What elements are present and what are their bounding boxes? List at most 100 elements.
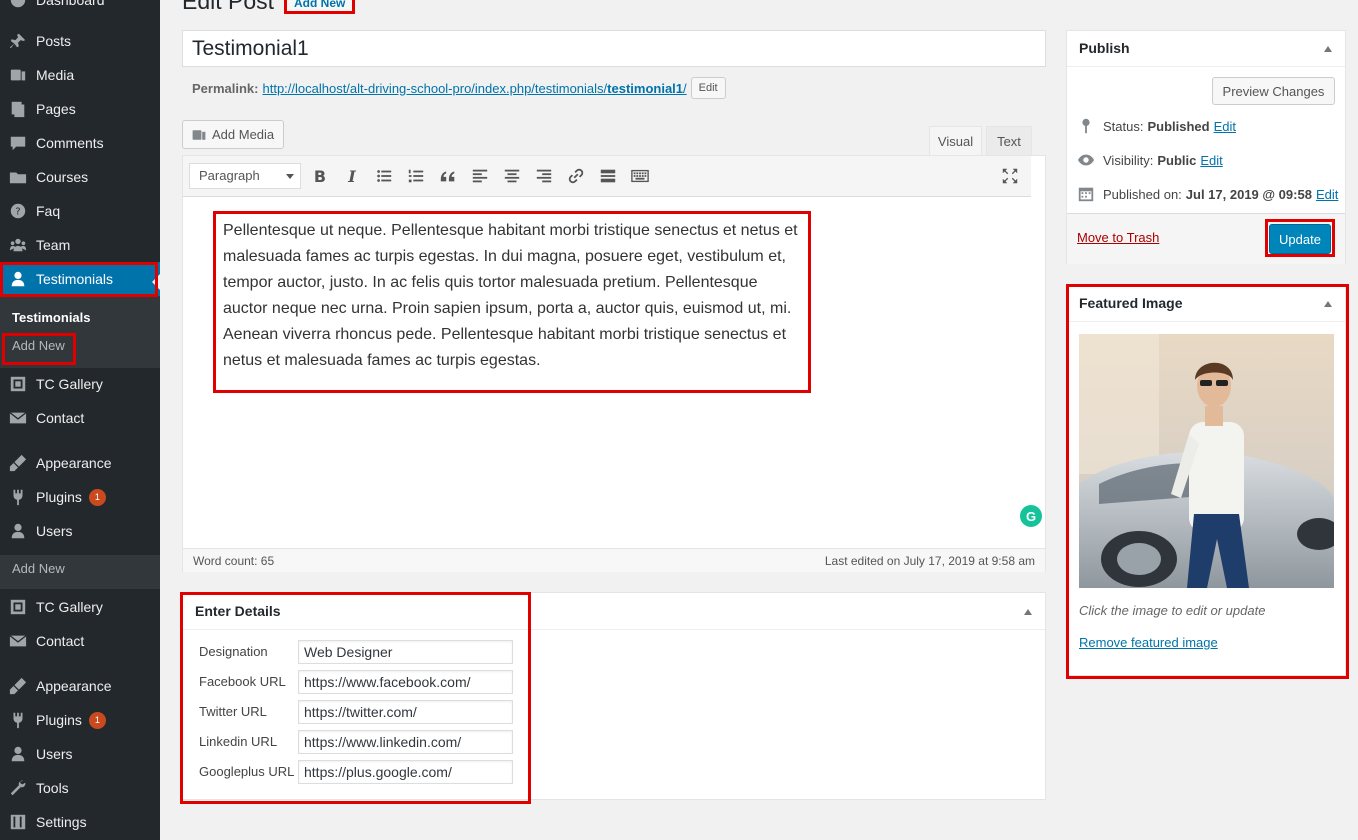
post-title-input[interactable]	[182, 30, 1046, 67]
align-center-icon[interactable]	[501, 165, 523, 187]
menu-posts[interactable]: Posts	[0, 24, 160, 58]
tab-visual[interactable]: Visual	[929, 126, 982, 156]
submenu-item-add-new[interactable]: Add New	[12, 561, 65, 576]
format-select[interactable]: Paragraph	[189, 163, 301, 189]
pin-icon	[1082, 118, 1090, 134]
menu-appearance[interactable]: Appearance	[0, 669, 160, 703]
menu-media[interactable]: Media	[0, 58, 160, 92]
permalink-slug: testimonial1	[607, 80, 684, 96]
pages-icon	[8, 99, 28, 119]
menu-users[interactable]: Users	[0, 737, 160, 771]
menu-label: Users	[36, 746, 73, 762]
edit-permalink-button[interactable]: Edit	[690, 77, 726, 99]
linkedin-url-field[interactable]	[298, 730, 513, 754]
dashboard-icon	[8, 0, 28, 10]
calendar-icon	[1078, 187, 1094, 202]
menu-label: Faq	[36, 203, 61, 219]
toggle-arrow-icon[interactable]	[1324, 301, 1332, 307]
editor-toolbar: Paragraph B I	[183, 156, 1031, 197]
add-new-button[interactable]: Add New	[284, 0, 356, 14]
status-value: Published	[1147, 118, 1210, 134]
menu-plugins[interactable]: Plugins 1	[0, 480, 160, 514]
plugin-icon	[8, 487, 28, 507]
designation-field[interactable]	[298, 640, 513, 664]
menu-tools[interactable]: Tools	[0, 771, 160, 805]
format-select-value: Paragraph	[199, 168, 260, 183]
publish-actions: Move to Trash Update	[1067, 213, 1345, 264]
designation-label: Designation	[199, 644, 268, 659]
menu-tc-gallery[interactable]: TC Gallery	[0, 590, 160, 624]
menu-plugins[interactable]: Plugins 1	[0, 703, 160, 737]
update-count-badge: 1	[88, 488, 106, 506]
submenu-item-testimonials[interactable]: Testimonials	[12, 310, 91, 325]
visibility-row: Visibility: Public Edit	[1077, 151, 1223, 169]
menu-pages[interactable]: Pages	[0, 92, 160, 126]
edit-visibility-link[interactable]: Edit	[1200, 153, 1222, 168]
editor-box: Paragraph B I Pellentesque ut neque. Pel…	[182, 155, 1046, 572]
toolbar-toggle-icon[interactable]	[629, 165, 651, 187]
menu-faq[interactable]: ? Faq	[0, 194, 160, 228]
gallery-icon	[8, 597, 28, 617]
permalink-label: Permalink:	[192, 80, 259, 96]
menu-label: Comments	[36, 135, 104, 151]
googleplus-url-field[interactable]	[298, 760, 513, 784]
settings-icon	[8, 812, 28, 832]
numbered-list-icon[interactable]	[405, 165, 427, 187]
remove-featured-image-link[interactable]: Remove featured image	[1079, 635, 1218, 650]
metabox-title: Publish	[1079, 40, 1130, 56]
link-icon[interactable]	[565, 165, 587, 187]
publish-metabox: Publish Preview Changes Status: Publishe…	[1066, 30, 1346, 264]
move-to-trash-link[interactable]: Move to Trash	[1077, 230, 1159, 245]
editor-status-bar: Word count: 65 Last edited on July 17, 2…	[183, 548, 1045, 572]
twitter-url-field[interactable]	[298, 700, 513, 724]
menu-label: Team	[36, 237, 71, 253]
preview-changes-button[interactable]: Preview Changes	[1212, 77, 1335, 105]
toggle-arrow-icon[interactable]	[1024, 609, 1032, 615]
permalink-link[interactable]: http://localhost/alt-driving-school-pro/…	[262, 81, 686, 96]
italic-icon[interactable]: I	[341, 165, 363, 187]
facebook-url-field[interactable]	[298, 670, 513, 694]
eye-icon	[1077, 154, 1095, 166]
status-label: Status:	[1103, 118, 1144, 134]
bulleted-list-icon[interactable]	[373, 165, 395, 187]
menu-contact[interactable]: Contact	[0, 624, 160, 658]
fullscreen-icon[interactable]	[999, 165, 1021, 187]
grammarly-icon[interactable]: G	[1020, 505, 1042, 527]
menu-courses[interactable]: Courses	[0, 160, 160, 194]
help-icon: ?	[8, 201, 28, 221]
menu-users[interactable]: Users	[0, 514, 160, 548]
divider	[1067, 321, 1345, 322]
menu-comments[interactable]: Comments	[0, 126, 160, 160]
menu-settings[interactable]: Settings	[0, 805, 160, 839]
published-on-value: Jul 17, 2019 @ 09:58	[1185, 186, 1312, 202]
user-icon	[8, 269, 28, 289]
visibility-label: Visibility:	[1103, 152, 1154, 168]
menu-dashboard[interactable]: Dashboard	[0, 0, 160, 17]
align-left-icon[interactable]	[469, 165, 491, 187]
blockquote-icon[interactable]	[437, 165, 459, 187]
menu-contact[interactable]: Contact	[0, 401, 160, 435]
featured-image[interactable]	[1079, 334, 1334, 588]
page-title: Edit Post	[182, 0, 275, 14]
menu-team[interactable]: Team	[0, 228, 160, 262]
edit-status-link[interactable]: Edit	[1214, 119, 1236, 134]
menu-tc-gallery[interactable]: TC Gallery	[0, 367, 160, 401]
envelope-icon	[8, 408, 28, 428]
update-button[interactable]: Update	[1269, 224, 1331, 254]
gallery-icon	[8, 374, 28, 394]
comments-icon	[8, 133, 28, 153]
permalink-row: Permalink: http://localhost/alt-driving-…	[192, 77, 726, 99]
bold-icon[interactable]: B	[309, 165, 331, 187]
align-right-icon[interactable]	[533, 165, 555, 187]
menu-label: Dashboard	[36, 0, 105, 8]
edit-date-link[interactable]: Edit	[1316, 187, 1338, 202]
menu-testimonials[interactable]: Testimonials	[0, 262, 160, 296]
editor-content[interactable]: Pellentesque ut neque. Pellentesque habi…	[223, 218, 803, 374]
toggle-arrow-icon[interactable]	[1324, 46, 1332, 52]
submenu-item-add-new[interactable]: Add New	[12, 338, 65, 353]
tab-text[interactable]: Text	[986, 126, 1032, 156]
menu-appearance[interactable]: Appearance	[0, 446, 160, 480]
add-media-button[interactable]: Add Media	[182, 120, 284, 149]
add-media-label: Add Media	[212, 127, 275, 142]
read-more-icon[interactable]	[597, 165, 619, 187]
